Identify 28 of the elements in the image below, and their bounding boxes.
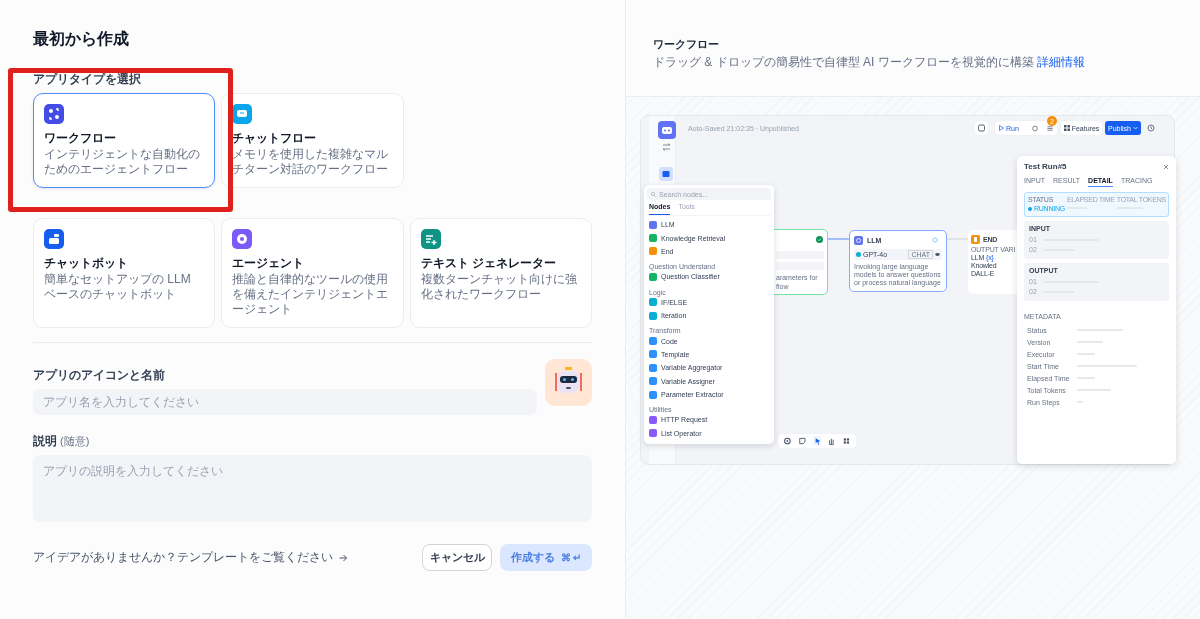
app-name-field[interactable]: アプリ名を入力してください bbox=[33, 389, 537, 415]
panel-title: Test Run#5 bbox=[1024, 162, 1067, 171]
app-type-title: テキスト ジェネレーター bbox=[420, 255, 557, 271]
section-label: アプリタイプを選択 bbox=[33, 71, 142, 87]
app-type-title: ワークフロー bbox=[44, 130, 117, 146]
learn-more-link[interactable]: 詳細情報 bbox=[1036, 55, 1085, 69]
page-title: 最初から作成 bbox=[33, 29, 130, 49]
app-type-title: チャットボット bbox=[44, 255, 129, 271]
field-label: アプリのアイコンと名前 bbox=[33, 367, 166, 383]
app-type-card[interactable]: チャットボット 簡単なセットアップの LLM ベースのチャットボット bbox=[33, 218, 216, 328]
cancel-button[interactable]: キャンセル bbox=[422, 544, 492, 571]
app-type-description: 複数ターンチャット向けに強化されたワークフロー bbox=[420, 272, 578, 302]
template-link[interactable]: アイデアがありませんか？テンプレートをご覧ください bbox=[33, 549, 348, 566]
app-type-card[interactable]: ワークフロー インテリジェントな自動化のためのエージェントフロー bbox=[33, 93, 216, 188]
preview-description: ドラッグ & ドロップの簡易性で自律型 AI ワークフローを視覚的に構築 詳細情報 bbox=[653, 55, 1086, 69]
app-type-title: エージェント bbox=[232, 255, 306, 271]
app-type-card[interactable]: チャットフロー メモリを使用した複雑なマルチターン対話のワークフロー bbox=[221, 93, 404, 188]
app-type-card[interactable]: エージェント 推論と自律的なツールの使用を備えたインテリジェントエージェント bbox=[221, 218, 404, 328]
app-type-description: 推論と自律的なツールの使用を備えたインテリジェントエージェント bbox=[232, 272, 390, 317]
app-type-description: メモリを使用した複雑なマルチターン対話のワークフロー bbox=[232, 147, 390, 177]
app-type-description: 簡単なセットアップの LLM ベースのチャットボット bbox=[44, 272, 192, 302]
field-label: 説明 (随意) bbox=[33, 433, 91, 449]
optional-hint: (随意) bbox=[60, 435, 90, 447]
app-type-description: インテリジェントな自動化のためのエージェントフロー bbox=[44, 147, 201, 177]
app-type-card[interactable]: テキスト ジェネレーター 複数ターンチャット向けに強化されたワークフロー bbox=[409, 218, 592, 328]
app-type-title: チャットフロー bbox=[232, 130, 318, 146]
preview-title: ワークフロー bbox=[653, 37, 720, 51]
description-field[interactable]: アプリの説明を入力してください bbox=[33, 455, 592, 522]
